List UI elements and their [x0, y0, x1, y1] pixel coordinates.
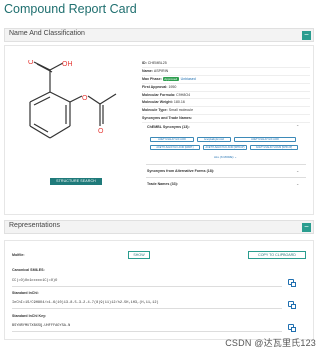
section-title: Representations [9, 222, 60, 229]
page-title: Compound Report Card [4, 2, 137, 16]
prop-row-formula: Molecular Formula: C9H8O4 [142, 92, 310, 100]
max-phase-link[interactable]: Unbiased [181, 77, 196, 81]
prop-key: Max Phase: [142, 76, 162, 81]
synonym-chip[interactable]: ACETYLSALICYLIC ACID [150, 137, 194, 142]
prop-row-molecule-type: Molecule Type: Small molecule [142, 107, 310, 116]
trade-names-row[interactable]: Trade Names (33): [147, 182, 178, 186]
prop-row-first-approval: First Approval: 1950 [142, 84, 310, 92]
divider [146, 164, 306, 165]
synonym-chip[interactable]: Acetylsalicylic Acid [197, 137, 231, 142]
rep-key: Molfile: [12, 253, 25, 257]
chevron-up-icon[interactable]: ⌃ [296, 124, 299, 129]
prop-row-weight: Molecular Weight: 180.16 [142, 99, 310, 108]
prop-value: 180.16 [173, 100, 185, 105]
collapse-toggle-icon[interactable]: − [302, 223, 311, 232]
copy-icon[interactable] [288, 279, 296, 287]
chembl-synonyms-label: ChEMBL Synonyms (13): [147, 125, 190, 129]
structure-search-button[interactable]: STRUCTURE SEARCH [50, 178, 102, 185]
prop-value: ASPIRIN [153, 68, 169, 73]
divider [12, 331, 282, 332]
molecule-bonds [29, 61, 117, 139]
prop-key: Molecular Formula: [142, 92, 176, 97]
all-more-link[interactable]: ALL (6 MORE) ⌄ [214, 155, 237, 159]
synonym-chip[interactable]: ACETYLSALICYLICUM [WHO-IP] [250, 145, 298, 150]
chevron-down-icon[interactable]: ⌄ [296, 181, 299, 186]
chembl-synonyms-header[interactable]: ChEMBL Synonyms (13): [147, 125, 190, 129]
inchikey-value: BSYNRYMUTXBXSQ-UHFFFAOYSA-N [12, 324, 71, 328]
prop-key: Synonyms and Trade Names: [142, 116, 193, 121]
prop-row-max-phase: Max Phase: Approved Unbiased [142, 76, 310, 84]
prop-key: ID: [142, 61, 147, 65]
atom-label-o-acetyl: O [98, 128, 104, 135]
prop-row-name: Name: ASPIRIN [142, 68, 310, 76]
approved-badge: Approved [162, 76, 179, 81]
prop-value: Small molecule [168, 108, 194, 113]
copy-to-clipboard-button[interactable]: COPY TO CLIPBOARD [248, 251, 306, 259]
prop-key: Molecule Type: [142, 108, 168, 113]
section-title: Name And Classification [9, 30, 85, 37]
divider [146, 177, 306, 178]
section-header-name-classification[interactable]: Name And Classification − [4, 28, 314, 42]
atom-label-o-ester: O [82, 95, 88, 102]
smiles-label: Canonical SMILES: [12, 268, 45, 272]
properties-list: ID: CHEMBL25 Name: ASPIRIN Max Phase: Ap… [142, 60, 310, 124]
chevron-down-icon[interactable]: ⌄ [296, 168, 299, 173]
prop-key: Name: [142, 68, 153, 73]
atom-label-oh: OH [62, 61, 73, 68]
prop-value: C9H8O4 [176, 92, 191, 97]
prop-key: First Approval: [142, 84, 168, 89]
prop-row-id: ID: CHEMBL25 [142, 60, 310, 68]
divider [12, 308, 282, 309]
copy-icon[interactable] [288, 324, 296, 332]
collapse-toggle-icon[interactable]: − [302, 31, 311, 40]
prop-row-synonyms: Synonyms and Trade Names: [142, 115, 310, 124]
show-molfile-button[interactable]: SHOW [128, 251, 150, 259]
prop-value: CHEMBL25 [147, 61, 167, 65]
section-header-representations[interactable]: Representations − [4, 220, 314, 234]
structure-image: O OH O O [28, 60, 117, 139]
synonym-chip[interactable]: ACETYLSALICYLIC ACID [234, 137, 296, 142]
inchi-label: Standard InChI: [12, 291, 39, 295]
synonym-chip[interactable]: ACETYLSALICYLIC ACID (MART.) [150, 145, 200, 150]
synonym-chip[interactable]: ACETYLSALICYLIC ACID (WHO-IP) [203, 145, 247, 150]
smiles-value: CC(=O)Oc1ccccc1C(=O)O [12, 279, 58, 283]
alt-forms-row[interactable]: Synonyms from Alternative Forms (18): [147, 169, 214, 173]
watermark: CSDN @达瓦里氏123 [225, 338, 316, 348]
atom-label-o-carbonyl: O [28, 60, 34, 66]
prop-value: 1950 [168, 84, 177, 89]
rep-key: Canonical SMILES: [12, 268, 45, 272]
rep-key: Standard InChI Key: [12, 314, 47, 318]
inchi-value: InChI=1S/C9H8O4/c1-6(10)13-8-5-3-2-4-7(8… [12, 301, 159, 305]
divider [12, 286, 282, 287]
copy-icon[interactable] [288, 301, 296, 309]
inchikey-label: Standard InChI Key: [12, 314, 46, 318]
rep-key: Standard InChI: [12, 291, 39, 295]
prop-key: Molecular Weight: [142, 100, 173, 105]
molfile-label: Molfile: [12, 253, 25, 257]
